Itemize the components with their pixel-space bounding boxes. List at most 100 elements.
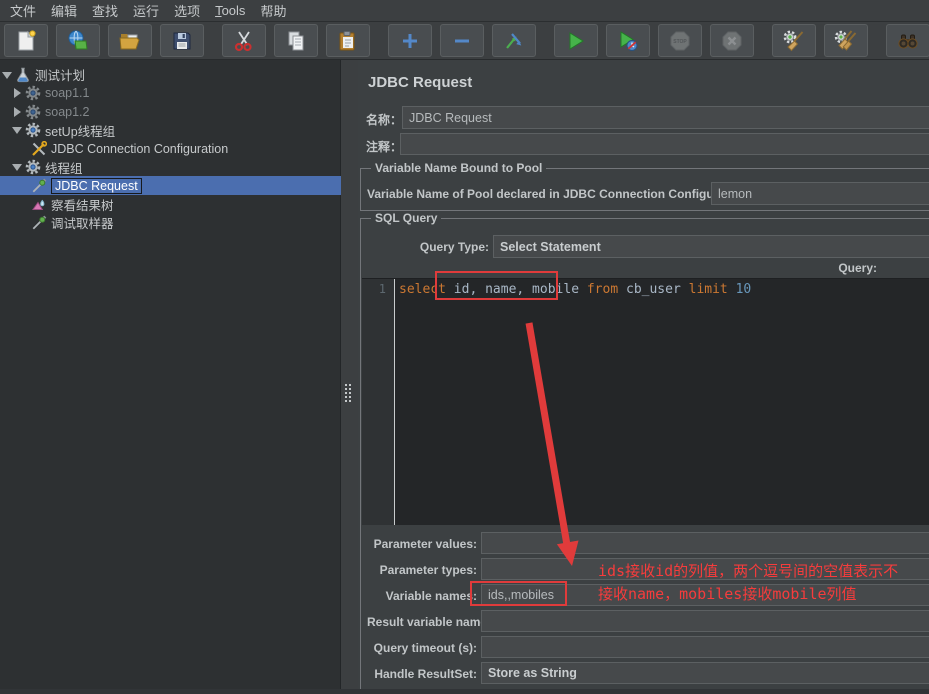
pool-group-title: Variable Name Bound to Pool — [371, 161, 546, 175]
gutter-divider — [394, 279, 395, 525]
config-wrench-icon — [31, 141, 47, 157]
handle-resultset-select[interactable]: Store as String — [481, 662, 929, 684]
menu-search[interactable]: 查找 — [90, 0, 120, 21]
tree-item-setup-thread-group[interactable]: setUp线程组 — [0, 121, 341, 140]
save-icon — [170, 29, 194, 53]
result-variable-name-input[interactable] — [481, 610, 929, 632]
copy-button[interactable] — [274, 24, 318, 57]
play-no-timers-icon — [616, 29, 640, 53]
thread-group-gear-icon — [25, 159, 41, 175]
sampler-dropper-icon — [31, 178, 47, 194]
tree-splitter[interactable] — [342, 60, 358, 694]
thread-group-gear-icon — [25, 104, 41, 120]
menu-bar: 文件 编辑 查找 运行 选项 Tools 帮助 — [0, 0, 929, 22]
minus-icon — [450, 29, 474, 53]
window-bottom-edge — [0, 689, 929, 694]
sql-editor[interactable]: 1 select id, name, mobile from cb_user l… — [362, 278, 929, 525]
menu-run[interactable]: 运行 — [131, 0, 161, 21]
plus-icon — [398, 29, 422, 53]
tree-item-soap11[interactable]: soap1.1 — [0, 84, 341, 103]
line-number: 1 — [379, 282, 386, 296]
expand-arrow-icon[interactable] — [12, 88, 22, 98]
name-input[interactable]: JDBC Request — [402, 106, 929, 129]
expand-arrow-icon[interactable] — [12, 107, 22, 117]
sql-table: cb_user — [618, 282, 688, 297]
pool-variable-label: Variable Name of Pool declared in JDBC C… — [367, 187, 751, 201]
splitter-grip-icon[interactable] — [344, 383, 352, 403]
query-label: Query: — [838, 261, 877, 275]
query-type-label: Query Type: — [367, 240, 489, 254]
tree-item-debug-sampler[interactable]: 调试取样器 — [0, 213, 341, 232]
test-plan-tree: 测试计划 soap1.1 soap1.2 setUp线程组 JDBC Conne… — [0, 60, 341, 694]
add-button[interactable] — [388, 24, 432, 57]
menu-edit[interactable]: 编辑 — [49, 0, 79, 21]
line-number-gutter: 1 — [362, 279, 394, 525]
play-icon — [564, 29, 588, 53]
pool-variable-input[interactable]: lemon — [711, 182, 929, 205]
shutdown-button[interactable] — [710, 24, 754, 57]
query-type-select[interactable]: Select Statement — [493, 235, 929, 258]
annotation-note-line2: 接收name，mobiles接收mobile列值 — [598, 583, 898, 606]
new-file-button[interactable] — [4, 24, 48, 57]
sql-group-title: SQL Query — [371, 211, 441, 225]
annotation-note-line1: ids接收id的列值，两个逗号间的空值表示不 — [598, 560, 898, 583]
query-timeout-label: Query timeout (s): — [367, 641, 477, 655]
parameter-values-label: Parameter values: — [367, 537, 477, 551]
start-no-timers-button[interactable] — [606, 24, 650, 57]
collapse-arrow-icon[interactable] — [12, 162, 22, 172]
clear-button[interactable] — [772, 24, 816, 57]
clear-all-button[interactable] — [824, 24, 868, 57]
menu-file[interactable]: 文件 — [8, 0, 38, 21]
binoculars-icon — [896, 29, 920, 53]
parameter-values-input[interactable] — [481, 532, 929, 554]
menu-options[interactable]: 选项 — [172, 0, 202, 21]
comment-input[interactable] — [400, 133, 929, 155]
toggle-arrows-icon — [502, 29, 526, 53]
collapse-arrow-icon[interactable] — [2, 70, 12, 80]
new-file-icon — [14, 29, 38, 53]
parameter-types-label: Parameter types: — [367, 563, 477, 577]
thread-group-gear-icon — [25, 122, 41, 138]
annotation-rect-variable-names — [470, 581, 567, 606]
open-folder-icon — [118, 29, 142, 53]
jmeter-window: 文件 编辑 查找 运行 选项 Tools 帮助 — [0, 0, 929, 694]
menu-help[interactable]: 帮助 — [258, 0, 288, 21]
menu-tools[interactable]: Tools — [213, 2, 247, 19]
start-button[interactable] — [554, 24, 598, 57]
cut-button[interactable] — [222, 24, 266, 57]
handle-resultset-label: Handle ResultSet: — [367, 667, 477, 681]
paste-button[interactable] — [326, 24, 370, 57]
tree-item-view-results-tree[interactable]: 察看结果树 — [0, 195, 341, 214]
tree-item-thread-group[interactable]: 线程组 — [0, 158, 341, 177]
collapse-arrow-icon[interactable] — [12, 125, 22, 135]
toolbar: STOP — [0, 22, 929, 60]
shutdown-x-icon — [720, 29, 744, 53]
tree-item-soap12[interactable]: soap1.2 — [0, 102, 341, 121]
clear-broom-icon — [782, 29, 806, 53]
remove-button[interactable] — [440, 24, 484, 57]
sql-number: 10 — [728, 282, 751, 297]
result-variable-name-label: Result variable name: — [367, 615, 477, 629]
tree-item-jdbc-request[interactable]: JDBC Request — [0, 176, 341, 195]
templates-button[interactable] — [56, 24, 100, 57]
pool-groupbox: Variable Name Bound to Pool Variable Nam… — [360, 168, 929, 211]
save-button[interactable] — [160, 24, 204, 57]
stop-button[interactable]: STOP — [658, 24, 702, 57]
query-timeout-input[interactable] — [481, 636, 929, 658]
page-title: JDBC Request — [368, 74, 472, 91]
sampler-dropper-icon — [31, 215, 47, 231]
annotation-note: ids接收id的列值，两个逗号间的空值表示不 接收name，mobiles接收m… — [598, 560, 898, 606]
annotation-rect-sql-columns — [435, 271, 558, 300]
tree-item-jdbc-connection-configuration[interactable]: JDBC Connection Configuration — [0, 139, 341, 158]
tree-item-test-plan[interactable]: 测试计划 — [0, 65, 341, 84]
templates-icon — [66, 29, 90, 53]
svg-text:STOP: STOP — [673, 38, 687, 44]
name-label: 名称： — [366, 111, 402, 128]
open-button[interactable] — [108, 24, 152, 57]
toggle-button[interactable] — [492, 24, 536, 57]
cut-icon — [232, 29, 256, 53]
results-tree-icon — [31, 196, 47, 212]
test-plan-flask-icon — [15, 67, 31, 83]
search-button[interactable] — [886, 24, 929, 57]
clear-all-brooms-icon — [834, 29, 858, 53]
